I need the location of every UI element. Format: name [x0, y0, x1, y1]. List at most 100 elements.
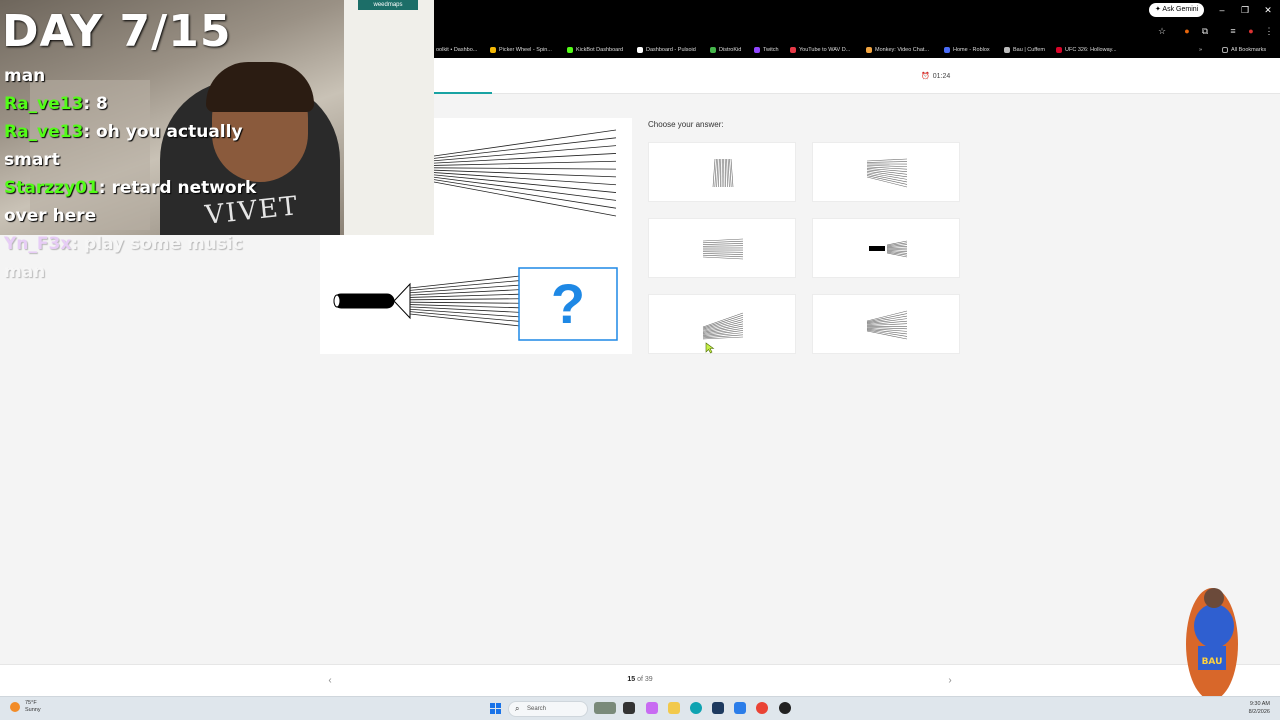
chat-username: Yn_F3x: [4, 234, 72, 254]
bookmark-favicon-icon: [567, 47, 573, 53]
task-view-icon[interactable]: [623, 702, 635, 714]
file-explorer-icon[interactable]: [668, 702, 680, 714]
timer: ⏰ 01:24: [921, 72, 951, 81]
streamer-hair: [206, 62, 314, 112]
top-sequence-figure: [433, 129, 617, 217]
mascot-character-icon: BAU: [1186, 588, 1238, 700]
star-bookmark-icon[interactable]: ☆: [1156, 25, 1168, 37]
answer-figure: [866, 158, 908, 188]
search-icon: ⌕: [515, 704, 520, 713]
clock-time: 9:30 AM: [1249, 701, 1270, 707]
previous-question-button[interactable]: ‹: [322, 673, 338, 689]
bookmark-favicon-icon: [710, 47, 716, 53]
bookmark-item[interactable]: Twitch: [754, 45, 779, 55]
weedmaps-logo: weedmaps: [358, 0, 418, 10]
chat-username: Starzzy01: [4, 178, 99, 198]
chat-message: smart: [4, 150, 60, 170]
sun-icon: [10, 702, 20, 712]
bookmark-favicon-icon: [866, 47, 872, 53]
bookmark-favicon-icon: [1004, 47, 1010, 53]
media-icon[interactable]: ≡: [1227, 25, 1239, 37]
answer-option-4[interactable]: [812, 218, 960, 278]
bookmark-item[interactable]: Monkey: Video Chat...: [866, 45, 929, 55]
bookmark-item[interactable]: Bau | Cuffem: [1004, 45, 1045, 55]
answer-option-5[interactable]: [648, 294, 796, 354]
current-question-number: 15: [627, 676, 636, 683]
bookmark-item[interactable]: Home - Roblox: [944, 45, 990, 55]
timer-value: 01:24: [932, 72, 951, 80]
answer-option-6[interactable]: [812, 294, 960, 354]
chat-text: : retard network: [98, 178, 257, 198]
mouse-cursor-icon: [705, 342, 715, 354]
microsoft-store-icon[interactable]: [712, 702, 724, 714]
answer-figure: [702, 312, 744, 340]
weather-widget[interactable]: 75°F Sunny: [10, 700, 41, 714]
chat-username: Ra_ve13: [4, 94, 84, 114]
answer-option-1[interactable]: [648, 142, 796, 202]
copilot-icon[interactable]: [646, 702, 658, 714]
taskbar-search[interactable]: ⌕ Search: [508, 701, 588, 717]
bookmark-favicon-icon: [754, 47, 760, 53]
answer-figure: [866, 310, 908, 340]
start-menu-icon[interactable]: [490, 703, 501, 714]
chat-text: : oh you actually: [83, 122, 243, 142]
chat-text: : play some music: [71, 234, 243, 254]
svg-text:BAU: BAU: [1202, 657, 1223, 667]
question-mark: ?: [551, 272, 585, 335]
chat-username: Ra_ve13: [4, 122, 84, 142]
bookmark-favicon-icon: [490, 47, 496, 53]
mail-icon[interactable]: [734, 702, 746, 714]
chrome-icon[interactable]: [756, 702, 768, 714]
minimize-icon[interactable]: –: [1215, 3, 1229, 17]
quiz-footer: ‹ 15 of 39 ›: [0, 664, 1280, 696]
question-counter: 15 of 39: [600, 676, 680, 683]
extension-icon[interactable]: ●: [1181, 25, 1193, 37]
chat-message: man: [4, 262, 45, 282]
extensions-puzzle-icon[interactable]: ⧉: [1199, 25, 1211, 37]
weather-temperature: 75°F: [25, 700, 37, 706]
chat-text: man: [4, 262, 46, 282]
app-icon[interactable]: [779, 702, 791, 714]
bookmark-item[interactable]: UFC 326: Holloway...: [1056, 45, 1117, 55]
bookmark-item[interactable]: KickBot Dashboard: [567, 45, 623, 55]
next-question-button[interactable]: ›: [942, 673, 958, 689]
answer-figure: [869, 240, 908, 258]
widgets-icon[interactable]: [594, 702, 616, 714]
answer-option-2[interactable]: [812, 142, 960, 202]
answer-figure: [702, 238, 744, 260]
chat-message: over here: [4, 206, 96, 226]
bookmark-item[interactable]: oolkit • Dashbo...: [427, 45, 477, 55]
total-questions: of 39: [637, 676, 653, 683]
choose-answer-label: Choose your answer:: [648, 120, 724, 129]
menu-kebab-icon[interactable]: ⋮: [1263, 25, 1275, 37]
close-icon[interactable]: ✕: [1261, 3, 1275, 17]
weather-description: Sunny: [25, 707, 41, 713]
webcam-side-panel: [344, 0, 434, 235]
alarm-clock-icon: ⏰: [921, 73, 930, 80]
bookmark-item[interactable]: Picker Wheel - Spin...: [490, 45, 552, 55]
answer-option-3[interactable]: [648, 218, 796, 278]
edge-browser-icon[interactable]: [690, 702, 702, 714]
stream-day-counter: DAY 7/15: [2, 6, 232, 57]
ask-gemini-button[interactable]: ✦ Ask Gemini: [1149, 3, 1205, 17]
chat-text: smart: [4, 150, 60, 170]
chat-message: man: [4, 66, 45, 86]
chat-message: Ra_ve13: oh you actually: [4, 122, 243, 142]
bookmark-item[interactable]: DistroKid: [710, 45, 741, 55]
bottom-sequence-figure: [333, 275, 521, 327]
bookmark-favicon-icon: [790, 47, 796, 53]
chat-text: : 8: [83, 94, 108, 114]
chat-message: Starzzy01: retard network: [4, 178, 256, 198]
restore-icon[interactable]: ❐: [1238, 3, 1252, 17]
bookmark-item[interactable]: Dashboard - Pulsoid: [637, 45, 696, 55]
bookmark-item[interactable]: YouTube to WAV D...: [790, 45, 850, 55]
progress-bar-fill: [434, 92, 492, 94]
bookmarks-overflow-icon[interactable]: »: [1199, 45, 1202, 55]
bookmark-favicon-icon: [637, 47, 643, 53]
chat-message: Ra_ve13: 8: [4, 94, 108, 114]
all-bookmarks[interactable]: All Bookmarks: [1222, 45, 1266, 55]
bookmark-favicon-icon: [1056, 47, 1062, 53]
profile-avatar-icon[interactable]: ●: [1245, 25, 1257, 37]
clock-date: 8/2/2026: [1248, 709, 1270, 715]
taskbar-clock[interactable]: 9:30 AM 8/2/2026: [1236, 700, 1270, 716]
